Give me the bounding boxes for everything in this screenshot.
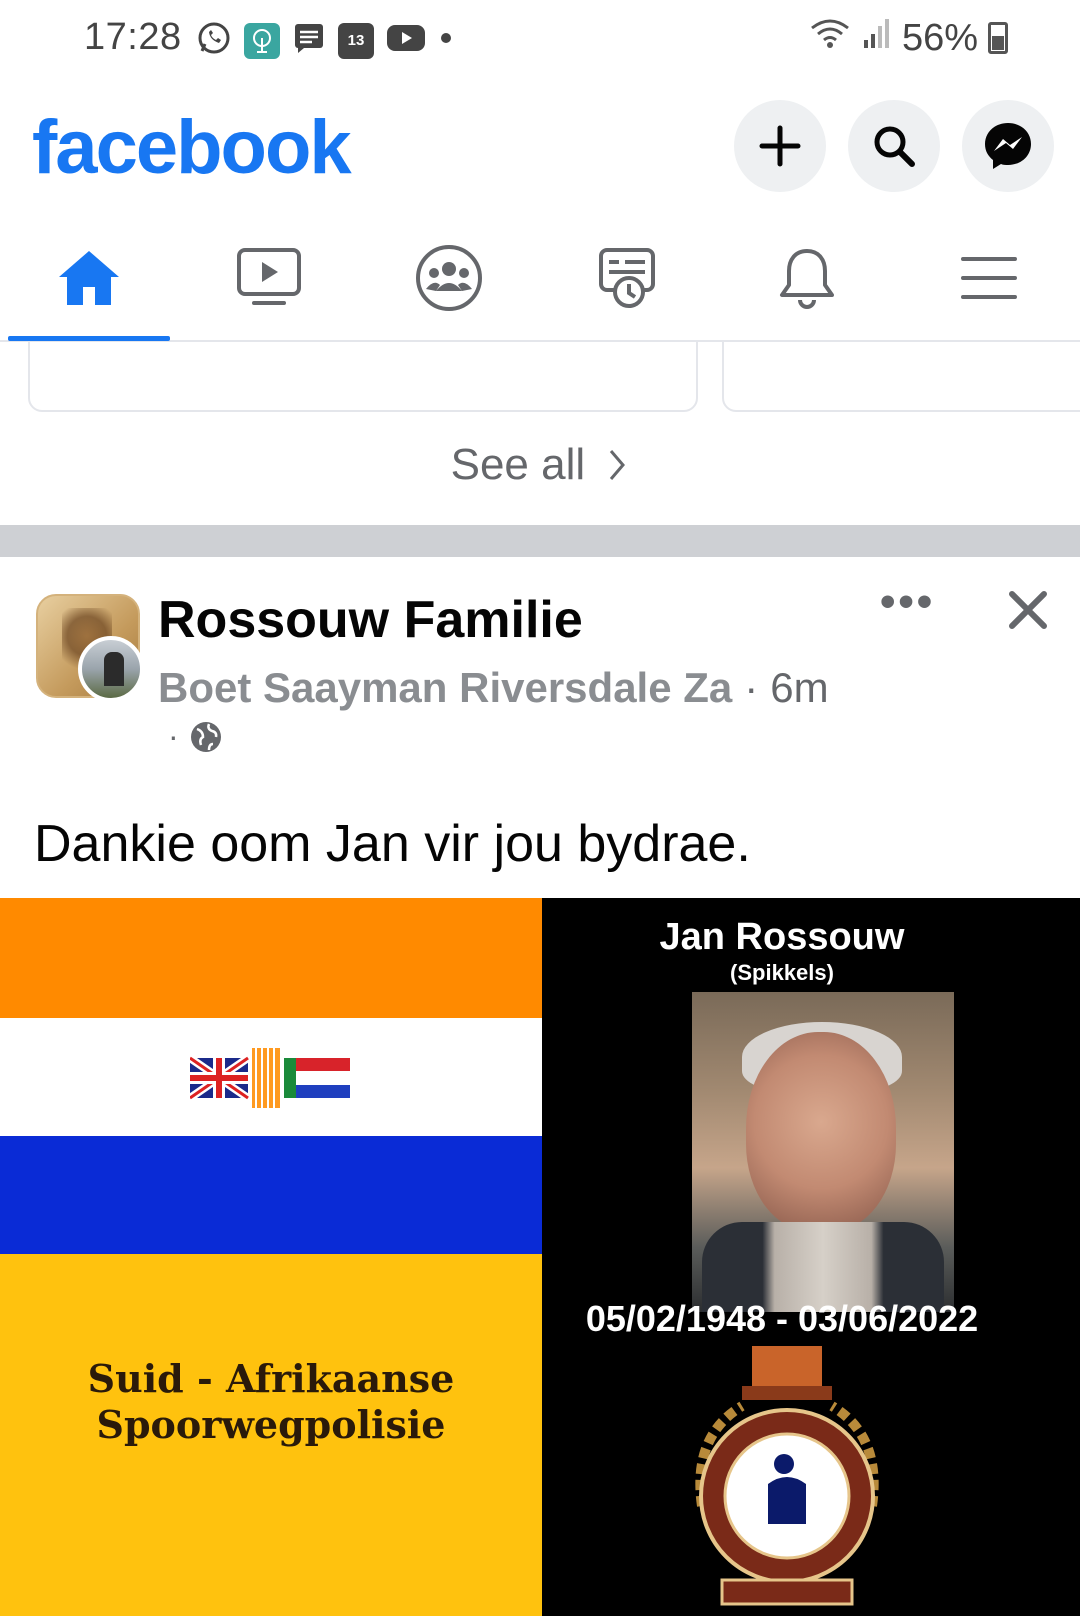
- wifi-icon: [808, 16, 852, 60]
- flag-caption: Suid - Afrikaanse Spoorwegpolisie: [0, 1356, 542, 1448]
- calendar-date: 13: [347, 32, 365, 49]
- tab-notifications[interactable]: [762, 238, 852, 318]
- message-icon: [292, 21, 326, 60]
- flag-caption-line1: Suid - Afrikaanse: [87, 1356, 455, 1401]
- post-image[interactable]: Suid - Afrikaanse Spoorwegpolisie Jan Ro…: [0, 898, 1080, 1616]
- tree-app-icon: [244, 22, 280, 59]
- mini-flags-icon: [190, 1048, 350, 1108]
- suggestion-card[interactable]: [28, 342, 698, 412]
- hamburger-icon: [961, 257, 1017, 299]
- photo-face: [746, 1032, 896, 1232]
- battery-icon: [988, 22, 1008, 54]
- chevron-right-icon: [610, 450, 626, 480]
- app-header: facebook: [0, 90, 1080, 210]
- messenger-icon: [985, 123, 1031, 169]
- flag-caption-line2: Spoorwegpolisie: [96, 1402, 446, 1447]
- hide-post-button[interactable]: [1004, 586, 1052, 634]
- meta-separator: ·: [744, 664, 759, 711]
- system-status: 56%: [808, 16, 1008, 60]
- status-bar: 17:28 13 56%: [0, 0, 1080, 80]
- flag-stripe-orange: [0, 898, 542, 1018]
- meta-separator: ·: [168, 718, 179, 754]
- youtube-icon: [386, 23, 426, 58]
- close-icon: [1009, 591, 1047, 629]
- status-time: 17:28: [84, 16, 182, 58]
- see-all-label: See all: [450, 440, 586, 489]
- memorial-panel: Jan Rossouw (Spikkels) 05/02/1948 - 03/0…: [542, 898, 1080, 1616]
- tab-watch[interactable]: [224, 238, 314, 318]
- group-name[interactable]: Rossouw Familie: [158, 590, 583, 650]
- plus-icon: [759, 125, 801, 167]
- nav-tabs: [0, 230, 1080, 342]
- home-icon: [59, 251, 119, 305]
- signal-icon: [862, 16, 892, 60]
- police-badge-icon: [695, 1346, 879, 1606]
- post-time[interactable]: 6m: [770, 664, 828, 712]
- post-text: Dankie oom Jan vir jou bydrae.: [34, 815, 751, 873]
- active-tab-indicator: [8, 336, 170, 341]
- memorial-nickname: (Spikkels): [730, 960, 834, 985]
- flag-panel: Suid - Afrikaanse Spoorwegpolisie: [0, 898, 542, 1616]
- memorial-dates: 05/02/1948 - 03/06/2022: [585, 1298, 979, 1339]
- groups-icon: [416, 245, 482, 311]
- feed-divider: [0, 525, 1080, 557]
- dot-icon: [438, 30, 454, 51]
- video-icon: [237, 248, 301, 305]
- tab-memories[interactable]: [584, 238, 674, 318]
- suggestion-cards: [0, 342, 1080, 422]
- memorial-photo: [692, 992, 954, 1312]
- bell-icon: [780, 249, 834, 309]
- user-avatar: [78, 636, 144, 702]
- globe-icon: [190, 721, 221, 752]
- battery-percent: 56%: [901, 16, 978, 59]
- tab-groups[interactable]: [404, 238, 494, 318]
- flag-stripe-blue: [0, 1136, 542, 1254]
- calendar-icon: 13: [338, 22, 374, 59]
- create-button[interactable]: [734, 100, 826, 192]
- notification-icons: 13: [196, 20, 454, 61]
- memorial-name: Jan Rossouw: [659, 916, 905, 958]
- suggestion-card[interactable]: [722, 342, 1080, 412]
- memories-icon: [599, 248, 655, 308]
- post-meta: Boet Saayman Riversdale Za · 6m: [158, 664, 829, 712]
- search-icon: [874, 126, 915, 167]
- search-button[interactable]: [848, 100, 940, 192]
- facebook-logo[interactable]: facebook: [32, 104, 352, 191]
- messenger-button[interactable]: [962, 100, 1054, 192]
- whatsapp-icon: [196, 20, 232, 61]
- post-privacy: ·: [168, 718, 223, 755]
- tab-home[interactable]: [44, 238, 134, 318]
- tab-menu[interactable]: [944, 238, 1034, 318]
- see-all-link[interactable]: See all: [0, 440, 1080, 490]
- post-avatar[interactable]: [36, 594, 144, 702]
- post-author[interactable]: Boet Saayman Riversdale Za: [158, 664, 732, 712]
- post-options-button[interactable]: •••: [880, 580, 935, 624]
